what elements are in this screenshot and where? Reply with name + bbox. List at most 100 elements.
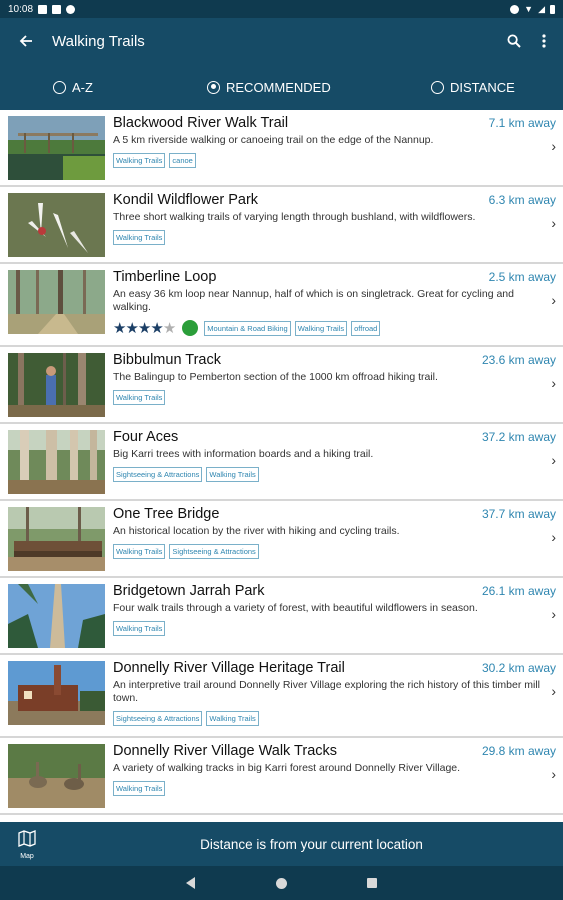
trail-name: Kondil Wildflower Park <box>113 192 259 208</box>
trail-thumbnail <box>8 430 105 494</box>
trail-distance: 7.1 km away <box>488 116 556 130</box>
tab-recommended[interactable]: RECOMMENDED <box>207 64 331 110</box>
trail-name: Bridgetown Jarrah Park <box>113 583 265 599</box>
trail-thumbnail <box>8 353 105 417</box>
star-empty-icon: ★ <box>162 320 176 337</box>
status-bar: 10:08 ▼ ◢ <box>0 0 563 18</box>
tag[interactable]: offroad <box>351 320 381 336</box>
trail-row[interactable]: Timberline Loop An easy 36 km loop near … <box>0 264 563 347</box>
tag[interactable]: Walking Trails <box>113 390 166 405</box>
trail-name: Donnelly River Village Heritage Trail <box>113 660 345 676</box>
trail-thumbnail <box>8 584 105 648</box>
wifi-icon: ▼ <box>524 4 534 14</box>
tag[interactable]: Walking Trails <box>113 781 166 796</box>
notification-icon <box>38 4 48 14</box>
page-title: Walking Trails <box>52 32 145 50</box>
search-icon <box>507 34 521 48</box>
tag[interactable]: Sightseeing & Attractions <box>113 711 203 726</box>
back-button[interactable] <box>0 18 52 64</box>
trail-list[interactable]: Blackwood River Walk Trail A 5 km rivers… <box>0 110 563 822</box>
bottom-bar: Map Distance is from your current locati… <box>0 822 563 866</box>
trail-row[interactable]: Four Aces Big Karri trees with informati… <box>0 424 563 501</box>
star-full-icon: ★ <box>125 320 138 337</box>
tab-label: RECOMMENDED <box>226 79 331 95</box>
trail-description: An interpretive trail around Donnelly Ri… <box>113 679 540 704</box>
tab-label: DISTANCE <box>450 79 515 95</box>
trail-description: A 5 km riverside walking or canoeing tra… <box>113 134 434 146</box>
trail-distance: 2.5 km away <box>488 270 556 284</box>
nav-recents-icon[interactable] <box>367 878 377 888</box>
radio-icon <box>53 80 66 94</box>
tag[interactable]: Walking Trails <box>113 230 166 245</box>
sort-tabs: A-Z RECOMMENDED DISTANCE <box>0 64 563 110</box>
trail-name: Bibbulmun Track <box>113 352 221 368</box>
trail-description: A variety of walking tracks in big Karri… <box>113 762 461 774</box>
app-screen: 10:08 ▼ ◢ Walking Trails A-Z RECOMMENDED… <box>0 0 563 900</box>
tag[interactable]: Walking Trails <box>113 621 166 636</box>
trail-row[interactable]: Donnelly River Village Walk Tracks A var… <box>0 738 563 815</box>
tab-distance[interactable]: DISTANCE <box>431 64 515 110</box>
trail-name: Timberline Loop <box>113 269 217 285</box>
trail-thumbnail <box>8 661 105 725</box>
distance-note: Distance is from your current location <box>200 836 423 852</box>
trail-row[interactable]: Kondil Wildflower Park Three short walki… <box>0 187 563 264</box>
rating-stars: ★★★★★ <box>113 319 176 337</box>
nav-home-icon[interactable] <box>276 878 287 889</box>
tag[interactable]: Walking Trails <box>294 320 348 336</box>
chevron-right-icon: › <box>551 606 556 622</box>
trail-row[interactable]: Bridgetown Jarrah Park Four walk trails … <box>0 578 563 655</box>
trail-thumbnail <box>8 507 105 571</box>
chevron-right-icon: › <box>551 452 556 468</box>
trail-name: Donnelly River Village Walk Tracks <box>113 743 338 759</box>
trail-name: One Tree Bridge <box>113 506 220 522</box>
arrow-left-icon <box>19 35 32 47</box>
battery-icon <box>550 4 555 14</box>
star-full-icon: ★ <box>113 320 126 337</box>
system-nav-bar <box>0 866 563 900</box>
chevron-right-icon: › <box>551 375 556 391</box>
trail-name: Four Aces <box>113 429 179 445</box>
tag[interactable]: Sightseeing & Attractions <box>113 467 203 482</box>
difficulty-dot-icon <box>182 320 199 336</box>
trail-distance: 37.7 km away <box>481 507 556 521</box>
trail-row-partial[interactable] <box>0 815 563 822</box>
tag[interactable]: Walking Trails <box>206 711 259 726</box>
chevron-right-icon: › <box>551 766 556 782</box>
trail-distance: 29.8 km away <box>481 744 556 758</box>
trail-distance: 6.3 km away <box>488 193 556 207</box>
trail-row[interactable]: Bibbulmun Track The Balingup to Pemberto… <box>0 347 563 424</box>
chevron-right-icon: › <box>551 292 556 308</box>
overflow-menu-button[interactable] <box>529 18 559 64</box>
trail-distance: 26.1 km away <box>481 584 556 598</box>
chevron-right-icon: › <box>551 529 556 545</box>
nav-back-icon[interactable] <box>186 877 195 889</box>
star-half-icon: ★ <box>150 320 163 337</box>
trail-distance: 23.6 km away <box>481 353 556 367</box>
signal-icon: ◢ <box>538 3 545 14</box>
app-bar: Walking Trails <box>0 18 563 64</box>
tag[interactable]: Walking Trails <box>113 153 166 168</box>
tag[interactable]: Mountain & Road Biking <box>204 320 291 336</box>
trail-row[interactable]: Donnelly River Village Heritage Trail An… <box>0 655 563 738</box>
radio-selected-icon <box>207 80 220 94</box>
search-button[interactable] <box>499 18 529 64</box>
chevron-right-icon: › <box>551 683 556 699</box>
trail-name: Blackwood River Walk Trail <box>113 115 289 131</box>
sync-icon <box>66 4 76 14</box>
radio-icon <box>431 80 444 94</box>
more-vert-icon <box>542 34 546 48</box>
tag[interactable]: Walking Trails <box>206 467 259 482</box>
trail-row[interactable]: One Tree Bridge An historical location b… <box>0 501 563 578</box>
tag[interactable]: Sightseeing & Attractions <box>169 544 259 559</box>
trail-description: An easy 36 km loop near Nannup, half of … <box>113 288 514 313</box>
tab-a-z[interactable]: A-Z <box>53 64 93 110</box>
trail-description: Big Karri trees with information boards … <box>113 448 374 460</box>
trail-distance: 37.2 km away <box>481 430 556 444</box>
tag[interactable]: canoe <box>169 153 196 168</box>
trail-thumbnail <box>8 744 105 808</box>
trail-description: The Balingup to Pemberton section of the… <box>113 371 438 383</box>
trail-thumbnail <box>8 193 105 257</box>
tag[interactable]: Walking Trails <box>113 544 166 559</box>
sd-card-icon <box>52 4 62 14</box>
trail-row[interactable]: Blackwood River Walk Trail A 5 km rivers… <box>0 110 563 187</box>
